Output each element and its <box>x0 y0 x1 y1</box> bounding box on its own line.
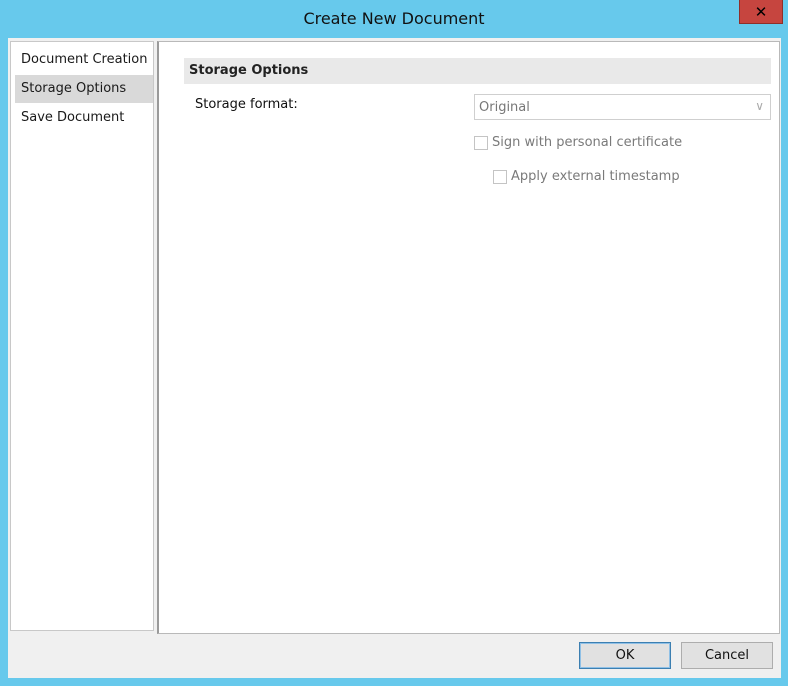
storage-format-label: Storage format: <box>195 97 298 112</box>
nav-item-save-document[interactable]: Save Document <box>15 104 153 132</box>
nav-item-storage-options[interactable]: Storage Options <box>15 75 153 103</box>
content-panel: Storage Options Storage format: Original… <box>157 41 780 634</box>
navigation-list: Document Creation Storage Options Save D… <box>10 41 154 631</box>
storage-format-value: Original <box>479 100 530 115</box>
dialog-window: Create New Document ✕ Document Creation … <box>0 0 788 686</box>
external-timestamp-checkbox[interactable] <box>493 169 507 184</box>
sign-certificate-row[interactable]: Sign with personal certificate <box>474 135 682 150</box>
nav-item-document-creation[interactable]: Document Creation <box>15 46 153 74</box>
storage-format-select[interactable]: Original ∨ <box>474 94 771 120</box>
chevron-down-icon: ∨ <box>755 99 764 113</box>
title-bar[interactable]: Create New Document ✕ <box>0 0 788 38</box>
dialog-client-area: Document Creation Storage Options Save D… <box>8 38 781 678</box>
sign-certificate-checkbox[interactable] <box>474 135 488 150</box>
section-header: Storage Options <box>184 58 771 84</box>
external-timestamp-label: Apply external timestamp <box>511 169 680 184</box>
ok-button[interactable]: OK <box>579 642 671 669</box>
sign-certificate-label: Sign with personal certificate <box>492 135 683 150</box>
window-title: Create New Document <box>303 9 485 28</box>
external-timestamp-row[interactable]: Apply external timestamp <box>493 169 680 184</box>
cancel-button[interactable]: Cancel <box>681 642 773 669</box>
close-icon: ✕ <box>754 2 768 21</box>
close-button[interactable]: ✕ <box>739 0 783 24</box>
